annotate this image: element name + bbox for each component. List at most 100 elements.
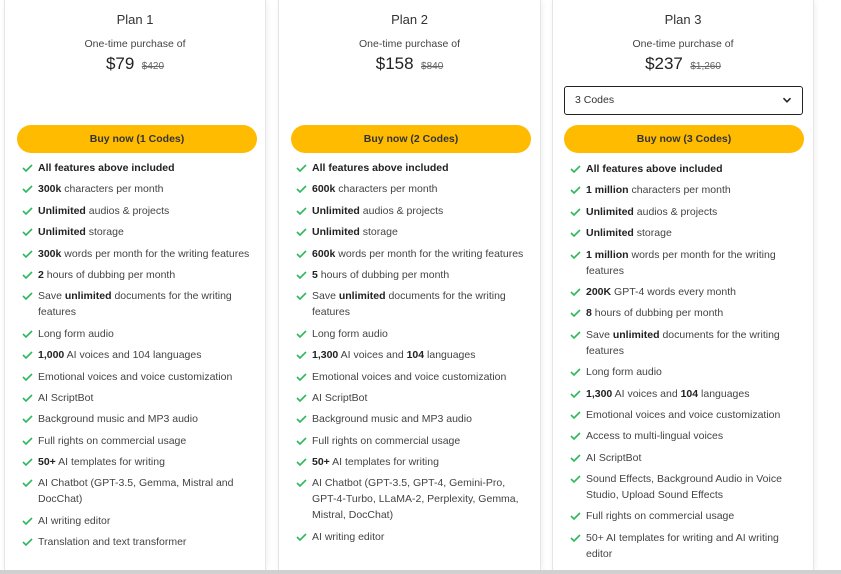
price-row: $237 $1,260 xyxy=(553,54,813,74)
feature-item: 8 hours of dubbing per month xyxy=(569,305,801,321)
buy-now-button[interactable]: Buy now (3 Codes) xyxy=(564,125,804,153)
feature-highlight: Unlimited xyxy=(586,205,634,218)
feature-item: 5 hours of dubbing per month xyxy=(295,267,528,283)
feature-highlight: Unlimited xyxy=(38,226,86,239)
feature-item: AI Chatbot (GPT-3.5, Gemma, Mistral and … xyxy=(21,475,253,507)
feature-item: 2 hours of dubbing per month xyxy=(21,267,253,283)
check-icon xyxy=(570,512,581,521)
plan-subtitle: One-time purchase of xyxy=(84,38,186,50)
feature-highlight: unlimited xyxy=(338,290,386,303)
pricing-plans: Plan 1 One-time purchase of $79 $420 Buy… xyxy=(0,0,841,574)
chevron-down-icon xyxy=(782,97,792,103)
feature-item: Emotional voices and voice customization xyxy=(21,369,253,385)
feature-item: Background music and MP3 audio xyxy=(295,411,528,427)
feature-text: Full rights on commercial usage xyxy=(586,510,735,523)
feature-text: Translation and text transformer xyxy=(38,536,187,549)
feature-text: Save xyxy=(312,290,339,303)
plan-price: $237 xyxy=(645,54,683,73)
check-icon xyxy=(22,437,33,445)
feature-text: Emotional voices and voice customization xyxy=(38,370,233,383)
plan-card-2: Plan 2 One-time purchase of $158 $840 Bu… xyxy=(278,0,541,574)
feature-item: Full rights on commercial usage xyxy=(569,508,801,524)
feature-item: 1,300 AI voices and 104 languages xyxy=(295,347,528,363)
feature-item: All features above included xyxy=(295,160,528,176)
feature-item: AI ScriptBot xyxy=(569,450,801,466)
feature-text: Emotional voices and voice customization xyxy=(312,370,507,383)
feature-item: Unlimited audios & projects xyxy=(569,204,801,220)
feature-highlight: 1 million xyxy=(586,184,629,197)
feature-item: 200K GPT-4 words every month xyxy=(569,284,801,300)
check-icon xyxy=(296,437,307,445)
check-icon xyxy=(570,454,581,462)
feature-text: characters per month xyxy=(628,184,731,197)
feature-text: AI writing editor xyxy=(38,514,111,527)
feature-text: hours of dubbing per month xyxy=(591,307,724,320)
check-icon xyxy=(570,208,581,216)
feature-text: AI Chatbot (GPT-3.5, Gemma, Mistral and … xyxy=(38,477,234,506)
feature-highlight: 50+ xyxy=(38,456,56,469)
check-icon xyxy=(570,229,581,238)
feature-highlight: 1,300 xyxy=(586,387,613,400)
feature-item: 1,300 AI voices and 104 languages xyxy=(569,386,801,402)
buy-now-button[interactable]: Buy now (1 Codes) xyxy=(17,125,257,153)
feature-text: Emotional voices and voice customization xyxy=(586,408,781,421)
plan-old-price: $420 xyxy=(141,61,165,72)
feature-text: Access to multi-lingual voices xyxy=(586,430,724,443)
check-icon xyxy=(22,207,33,215)
check-icon xyxy=(296,372,307,381)
check-icon xyxy=(296,271,307,280)
plan-title: Plan 3 xyxy=(664,12,702,27)
feature-text: audios & projects xyxy=(85,204,170,217)
feature-item: 600k characters per month xyxy=(295,181,528,197)
feature-text: Full rights on commercial usage xyxy=(312,434,461,447)
feature-item: Unlimited audios & projects xyxy=(295,203,528,219)
feature-text: storage xyxy=(359,226,398,239)
feature-item: 300k words per month for the writing fea… xyxy=(21,246,253,262)
check-icon xyxy=(22,458,33,467)
feature-text: Save xyxy=(586,328,613,341)
feature-text: Save xyxy=(38,290,65,303)
feature-text: languages xyxy=(424,349,476,362)
check-icon xyxy=(570,368,581,377)
feature-highlight: 600k xyxy=(312,247,336,260)
check-icon xyxy=(22,228,33,237)
plan-price: $158 xyxy=(375,54,414,73)
feature-text: AI templates for writing xyxy=(329,456,439,469)
feature-highlight: unlimited xyxy=(64,290,112,303)
feature-item: AI writing editor xyxy=(295,529,528,545)
feature-text: Full rights on commercial usage xyxy=(38,434,187,447)
check-icon xyxy=(22,538,33,547)
feature-highlight: 104 xyxy=(406,349,425,362)
check-icon xyxy=(22,164,33,173)
plan-card-3: Plan 3 One-time purchase of $237 $1,260 … xyxy=(552,0,814,574)
feature-item: AI ScriptBot xyxy=(295,390,528,406)
buy-now-button[interactable]: Buy now (2 Codes) xyxy=(291,125,531,153)
feature-highlight: 1 million xyxy=(586,248,629,261)
feature-highlight: All features above included xyxy=(586,163,723,175)
check-icon xyxy=(296,228,307,237)
feature-highlight: 50+ xyxy=(312,456,330,469)
feature-item: Long form audio xyxy=(295,326,528,342)
feature-text: Long form audio xyxy=(38,327,114,340)
feature-list: All features above included 1 million cha… xyxy=(569,161,801,567)
check-icon xyxy=(296,207,307,215)
feature-text: storage xyxy=(85,226,124,239)
feature-item: AI writing editor xyxy=(21,513,253,529)
feature-text: AI Chatbot (GPT-3.5, GPT-4, Gemini-Pro, … xyxy=(312,477,519,522)
feature-item: 1 million characters per month xyxy=(569,182,801,198)
feature-text: AI voices and 104 languages xyxy=(64,349,202,362)
feature-item: Unlimited storage xyxy=(295,224,528,240)
feature-highlight: Unlimited xyxy=(586,227,634,240)
check-icon xyxy=(570,250,581,259)
check-icon xyxy=(22,249,33,258)
feature-item: Save unlimited documents for the writing… xyxy=(21,288,253,320)
codes-select[interactable]: 3 Codes xyxy=(564,86,803,115)
feature-item: Emotional voices and voice customization xyxy=(295,369,528,385)
feature-highlight: 600k xyxy=(312,183,336,196)
check-icon xyxy=(296,292,307,301)
horizontal-scrollbar[interactable] xyxy=(0,570,841,574)
check-icon xyxy=(570,186,581,195)
feature-text: storage xyxy=(633,227,672,240)
feature-item: Access to multi-lingual voices xyxy=(569,428,801,444)
feature-list: All features above included 300k characte… xyxy=(21,160,253,556)
